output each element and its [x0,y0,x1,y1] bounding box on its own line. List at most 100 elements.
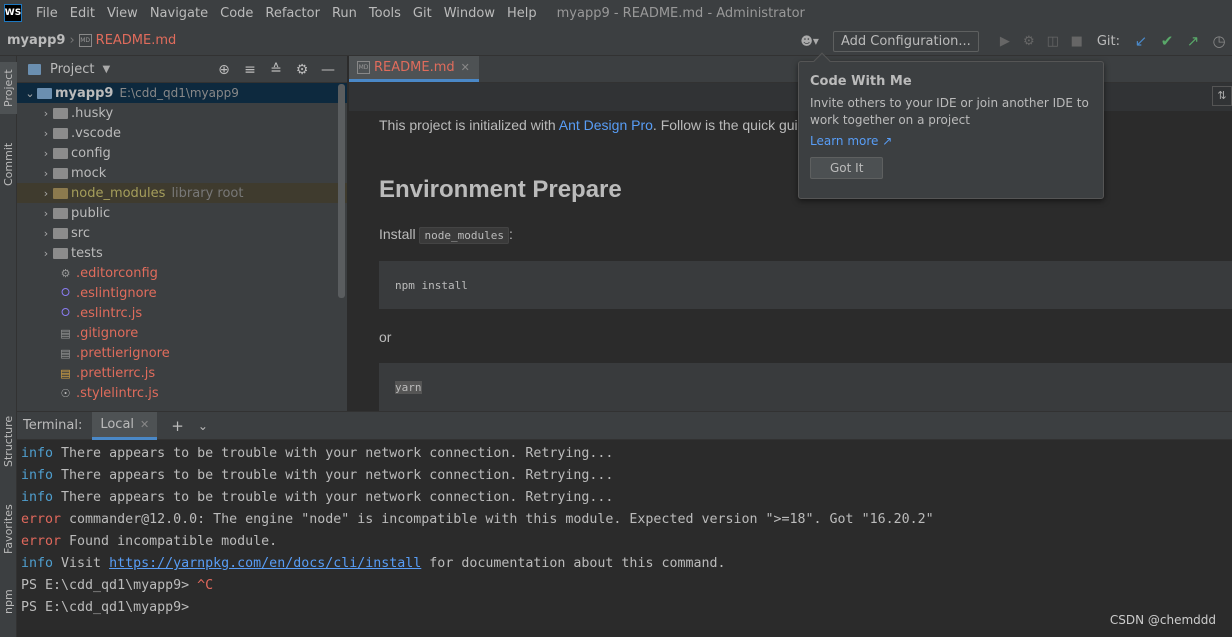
tree-item-label: src [71,225,90,241]
js-file-icon: ▤ [60,366,71,380]
gear-icon[interactable]: ⚙ [289,62,315,78]
tool-tab-npm[interactable]: npm [0,582,17,622]
tree-folder-src[interactable]: › src [17,223,347,243]
git-history-icon[interactable]: ◷ [1206,32,1232,50]
chevron-right-icon[interactable]: › [39,107,53,120]
menu-tools[interactable]: Tools [363,6,407,21]
menu-run[interactable]: Run [326,6,363,21]
info-prefix: info [21,446,54,461]
locate-icon[interactable]: ⊕ [211,62,237,78]
coverage-icon[interactable]: ◫ [1041,34,1065,49]
library-folder-icon [53,187,68,199]
menu-help[interactable]: Help [501,6,543,21]
breadcrumb-file[interactable]: README.md [96,33,177,48]
chevron-right-icon[interactable]: › [39,227,53,240]
project-scrollbar[interactable] [338,84,345,298]
tool-tab-project[interactable]: Project [0,62,17,114]
tree-folder-mock[interactable]: › mock [17,163,347,183]
project-view-selector[interactable]: Project [50,62,94,77]
menu-code[interactable]: Code [214,6,259,21]
terminal-output[interactable]: info There appears to be trouble with yo… [17,440,1232,619]
folder-icon [53,127,68,139]
chevron-right-icon[interactable]: › [39,127,53,140]
menu-refactor[interactable]: Refactor [259,6,326,21]
chevron-right-icon[interactable]: › [39,147,53,160]
run-icon[interactable]: ▶ [993,34,1017,49]
stop-icon[interactable]: ■ [1065,34,1089,49]
code-with-me-user-icon[interactable]: ☻▾ [800,34,819,48]
chevron-right-icon[interactable]: › [39,187,53,200]
tree-file-eslintignore[interactable]: ⭘ .eslintignore [17,283,347,303]
tree-item-label: .prettierrc.js [76,365,156,381]
line-text: Visit [53,556,110,571]
tree-root-name: myapp9 [55,85,114,101]
menu-file[interactable]: File [30,6,64,21]
tree-item-label: .husky [71,105,114,121]
tree-item-label: node_modules [71,185,166,201]
tree-file-prettierignore[interactable]: ▤ .prettierignore [17,343,347,363]
project-view-icon [28,63,41,75]
minimize-icon[interactable]: — [315,62,341,78]
split-view-icon[interactable]: ⇅ [1212,86,1232,106]
git-push-icon[interactable]: ↗ [1180,32,1206,50]
navigation-bar: myapp9 › MD README.md ☻▾ Add Configurati… [0,26,1232,56]
tree-folder-config[interactable]: › config [17,143,347,163]
tree-folder-node-modules[interactable]: › node_modules library root [17,183,347,203]
terminal-line: info Visit https://yarnpkg.com/en/docs/c… [21,553,1232,575]
menu-window[interactable]: Window [438,6,501,21]
breadcrumb-separator-icon: › [69,33,75,48]
tree-folder-public[interactable]: › public [17,203,347,223]
menu-navigate[interactable]: Navigate [144,6,214,21]
got-it-button[interactable]: Got It [810,157,884,179]
learn-more-link[interactable]: Learn more ↗ [810,134,1092,148]
editor-tab-readme[interactable]: MD README.md ✕ [349,56,479,82]
tree-root-path: E:\cdd_qd1\myapp9 [119,86,239,100]
terminal-tab-local[interactable]: Local ✕ [92,411,158,440]
new-terminal-icon[interactable]: + [171,417,184,435]
yarn-docs-link[interactable]: https://yarnpkg.com/en/docs/cli/install [109,556,421,571]
close-icon[interactable]: ✕ [140,418,149,431]
tool-tab-favorites[interactable]: Favorites [0,496,17,562]
chevron-right-icon[interactable]: › [39,247,53,260]
tree-root[interactable]: ⌄ myapp9 E:\cdd_qd1\myapp9 [17,83,347,103]
tree-folder-tests[interactable]: › tests [17,243,347,263]
tree-file-eslintrc[interactable]: ⭘ .eslintrc.js [17,303,347,323]
breadcrumb-project[interactable]: myapp9 [7,33,65,48]
git-update-icon[interactable]: ↙ [1128,32,1154,50]
menu-view[interactable]: View [101,6,144,21]
ignore-file-icon: ▤ [60,326,71,340]
ant-design-pro-link[interactable]: Ant Design Pro [559,117,653,133]
tree-folder-vscode[interactable]: › .vscode [17,123,347,143]
chevron-down-icon[interactable]: ⌄ [23,87,37,100]
intro-text-after: . Follow is the quick gui [652,117,798,133]
tree-file-stylelintrc[interactable]: ☉ .stylelintrc.js [17,383,347,403]
window-title: myapp9 - README.md - Administrator [556,5,805,21]
tree-folder-husky[interactable]: › .husky [17,103,347,123]
collapse-all-icon[interactable]: ≙ [263,62,289,78]
left-tool-strip: Project Commit Structure Favorites npm [0,56,17,637]
info-prefix: info [21,556,54,571]
tool-tab-commit[interactable]: Commit [0,138,17,190]
chevron-right-icon[interactable]: › [39,207,53,220]
menu-git[interactable]: Git [407,6,438,21]
folder-icon [53,207,68,219]
expand-all-icon[interactable]: ≡ [237,62,263,78]
chevron-right-icon[interactable]: › [39,167,53,180]
tree-item-label: .vscode [71,125,121,141]
tree-file-editorconfig[interactable]: ⚙ .editorconfig [17,263,347,283]
add-configuration-button[interactable]: Add Configuration... [832,30,979,52]
tree-file-prettierrc[interactable]: ▤ .prettierrc.js [17,363,347,383]
terminal-prompt-current[interactable]: PS E:\cdd_qd1\myapp9> [21,597,1232,619]
tree-item-label: .eslintrc.js [76,305,143,321]
menu-bar: WS File Edit View Navigate Code Refactor… [0,0,1232,26]
tool-tab-structure[interactable]: Structure [0,408,17,474]
git-commit-icon[interactable]: ✔ [1154,32,1180,50]
code-block-npm-install: npm install [379,261,1232,309]
menu-edit[interactable]: Edit [64,6,101,21]
debug-icon[interactable]: ⚙ [1017,34,1041,49]
close-icon[interactable]: ✕ [461,61,470,74]
tree-file-gitignore[interactable]: ▤ .gitignore [17,323,347,343]
chevron-down-icon[interactable]: ▼ [102,64,110,75]
terminal-line: error commander@12.0.0: The engine "node… [21,509,1232,531]
chevron-down-icon[interactable]: ⌄ [198,419,208,433]
